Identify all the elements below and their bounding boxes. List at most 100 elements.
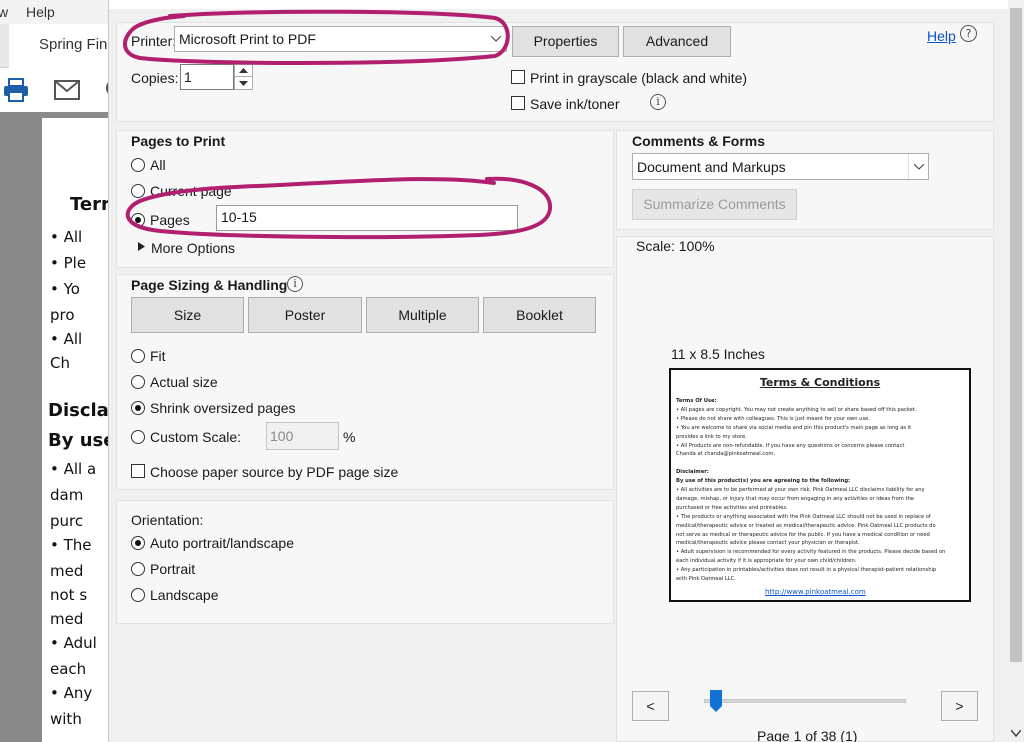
copies-label: Copies:	[131, 70, 179, 86]
radio-pages[interactable]	[131, 213, 145, 227]
preview-text-line: medical/therapeutic advice or treated as…	[676, 522, 936, 529]
preview-text-line: damage, mishap, or injury that may occur…	[676, 495, 914, 502]
preview-text-line: Chanda at chanda@pinkoatmeal.com.	[676, 451, 776, 458]
printer-select[interactable]: Microsoft Print to PDF	[174, 26, 507, 52]
radio-current-page[interactable]	[131, 184, 145, 198]
preview-text-line: • Any participation in printables/activi…	[676, 567, 937, 574]
orientation-title: Orientation:	[131, 512, 204, 528]
save-ink-checkbox[interactable]	[511, 96, 525, 110]
preview-text-line: • Adult supervision is recommended for e…	[676, 549, 946, 556]
comments-forms-select[interactable]: Document and Markups	[632, 153, 929, 180]
background-doc-line: • All a	[50, 460, 97, 478]
radio-portrait[interactable]	[131, 562, 145, 576]
copies-stepper[interactable]	[234, 64, 253, 90]
chevron-down-icon	[908, 154, 928, 179]
tab-poster[interactable]: Poster	[248, 297, 362, 333]
tab-booklet-label: Booklet	[516, 307, 563, 323]
tab-size[interactable]: Size	[131, 297, 244, 333]
radio-all[interactable]	[131, 158, 145, 172]
percent-label: %	[343, 429, 356, 445]
custom-scale-value: 100	[270, 428, 294, 444]
radio-auto-orientation[interactable]	[131, 536, 145, 550]
radio-shrink-oversized-label: Shrink oversized pages	[150, 400, 296, 416]
custom-scale-input[interactable]: 100	[266, 422, 339, 450]
page-sizing-title: Page Sizing & Handling	[131, 277, 288, 293]
radio-custom-scale-label: Custom Scale:	[150, 429, 242, 445]
stepper-down-icon[interactable]	[235, 77, 252, 89]
radio-actual-size[interactable]	[131, 375, 145, 389]
caret-right-icon[interactable]	[138, 238, 145, 254]
preview-text-line: Disclaimer:	[676, 469, 709, 476]
page-slider-track[interactable]	[704, 699, 906, 703]
save-ink-label: Save ink/toner	[530, 96, 620, 112]
mail-icon[interactable]	[54, 80, 80, 103]
background-doc-line: not s	[50, 586, 88, 604]
advanced-button[interactable]: Advanced	[623, 26, 731, 57]
document-tab[interactable]: Spring Fin	[9, 24, 120, 68]
background-doc-line: med	[50, 610, 84, 628]
scrollbar-thumb[interactable]	[1010, 8, 1022, 662]
comments-forms-value: Document and Markups	[637, 159, 786, 175]
more-options-link[interactable]: More Options	[151, 240, 235, 256]
info-icon[interactable]: i	[650, 94, 666, 110]
stepper-up-icon[interactable]	[235, 65, 252, 77]
background-doc-line: • All	[50, 228, 83, 246]
tab-booklet[interactable]: Booklet	[483, 297, 596, 333]
tab-multiple[interactable]: Multiple	[366, 297, 479, 333]
document-tab-label: Spring Fin	[39, 36, 108, 53]
grayscale-label: Print in grayscale (black and white)	[530, 70, 748, 86]
radio-fit-label: Fit	[150, 348, 166, 364]
menu-item-help[interactable]: Help	[26, 4, 55, 20]
properties-button[interactable]: Properties	[512, 26, 619, 57]
help-link[interactable]: Help	[927, 28, 956, 44]
radio-all-label: All	[150, 157, 166, 173]
radio-fit[interactable]	[131, 349, 145, 363]
pages-to-print-title: Pages to Print	[131, 133, 226, 149]
paper-size-label: 11 x 8.5 Inches	[671, 346, 765, 362]
next-page-button[interactable]: >	[941, 691, 978, 721]
preview-text-line: By use of this product(s) you are agreei…	[676, 478, 851, 485]
scroll-down-icon[interactable]	[1010, 724, 1022, 740]
grayscale-checkbox[interactable]	[511, 70, 525, 84]
dialog-scrollbar[interactable]	[1008, 0, 1024, 742]
summarize-comments-button[interactable]: Summarize Comments	[632, 189, 797, 220]
radio-landscape[interactable]	[131, 588, 145, 602]
background-doc-line: By use	[48, 430, 116, 451]
tab-size-label: Size	[173, 307, 202, 323]
radio-custom-scale[interactable]	[131, 430, 145, 444]
preview-text-line: • The products or anything associated wi…	[676, 513, 931, 520]
preview-text-line: each individual activity if it is approp…	[676, 558, 857, 565]
previous-page-label: <	[646, 698, 655, 714]
preview-text-line: • All Products are non-refundable. If yo…	[676, 442, 905, 449]
background-doc-line: Disclai	[48, 400, 115, 421]
tab-multiple-label: Multiple	[398, 307, 447, 323]
radio-shrink-oversized[interactable]	[131, 401, 145, 415]
background-menu-bar: w Help	[0, 0, 120, 24]
preview-text-line: • You are welcome to share via social me…	[676, 424, 912, 431]
page-slider-thumb[interactable]	[709, 690, 722, 712]
preview-page: Terms & Conditions Terms Of Use: • All pa…	[669, 368, 971, 602]
printer-value: Microsoft Print to PDF	[179, 31, 316, 47]
background-doc-line: • Yo	[50, 280, 80, 298]
previous-page-button[interactable]: <	[632, 691, 669, 721]
preview-text-line: not serve as medical or therapeutic advi…	[676, 531, 930, 538]
copies-input[interactable]: 1	[180, 64, 234, 90]
background-doc-line: • The	[50, 536, 92, 554]
radio-landscape-label: Landscape	[150, 587, 219, 603]
scale-label: Scale: 100%	[636, 238, 715, 254]
help-question-icon[interactable]: ?	[960, 25, 977, 42]
page-sizing-info-icon[interactable]: i	[287, 276, 303, 292]
next-page-label: >	[955, 698, 964, 714]
menu-item-window[interactable]: w	[0, 4, 8, 20]
print-icon[interactable]	[3, 78, 29, 105]
radio-portrait-label: Portrait	[150, 561, 196, 577]
background-doc-line: Ch	[50, 354, 70, 372]
preview-page-link: http://www.pinkoatmeal.com	[765, 588, 866, 596]
radio-pages-label: Pages	[150, 212, 190, 228]
radio-actual-size-label: Actual size	[150, 374, 218, 390]
paper-source-checkbox[interactable]	[131, 464, 145, 478]
background-doc-line: pro	[50, 306, 75, 324]
background-toolbar	[0, 68, 124, 112]
chevron-down-icon	[486, 27, 506, 51]
pages-range-input[interactable]: 10-15	[216, 205, 518, 231]
